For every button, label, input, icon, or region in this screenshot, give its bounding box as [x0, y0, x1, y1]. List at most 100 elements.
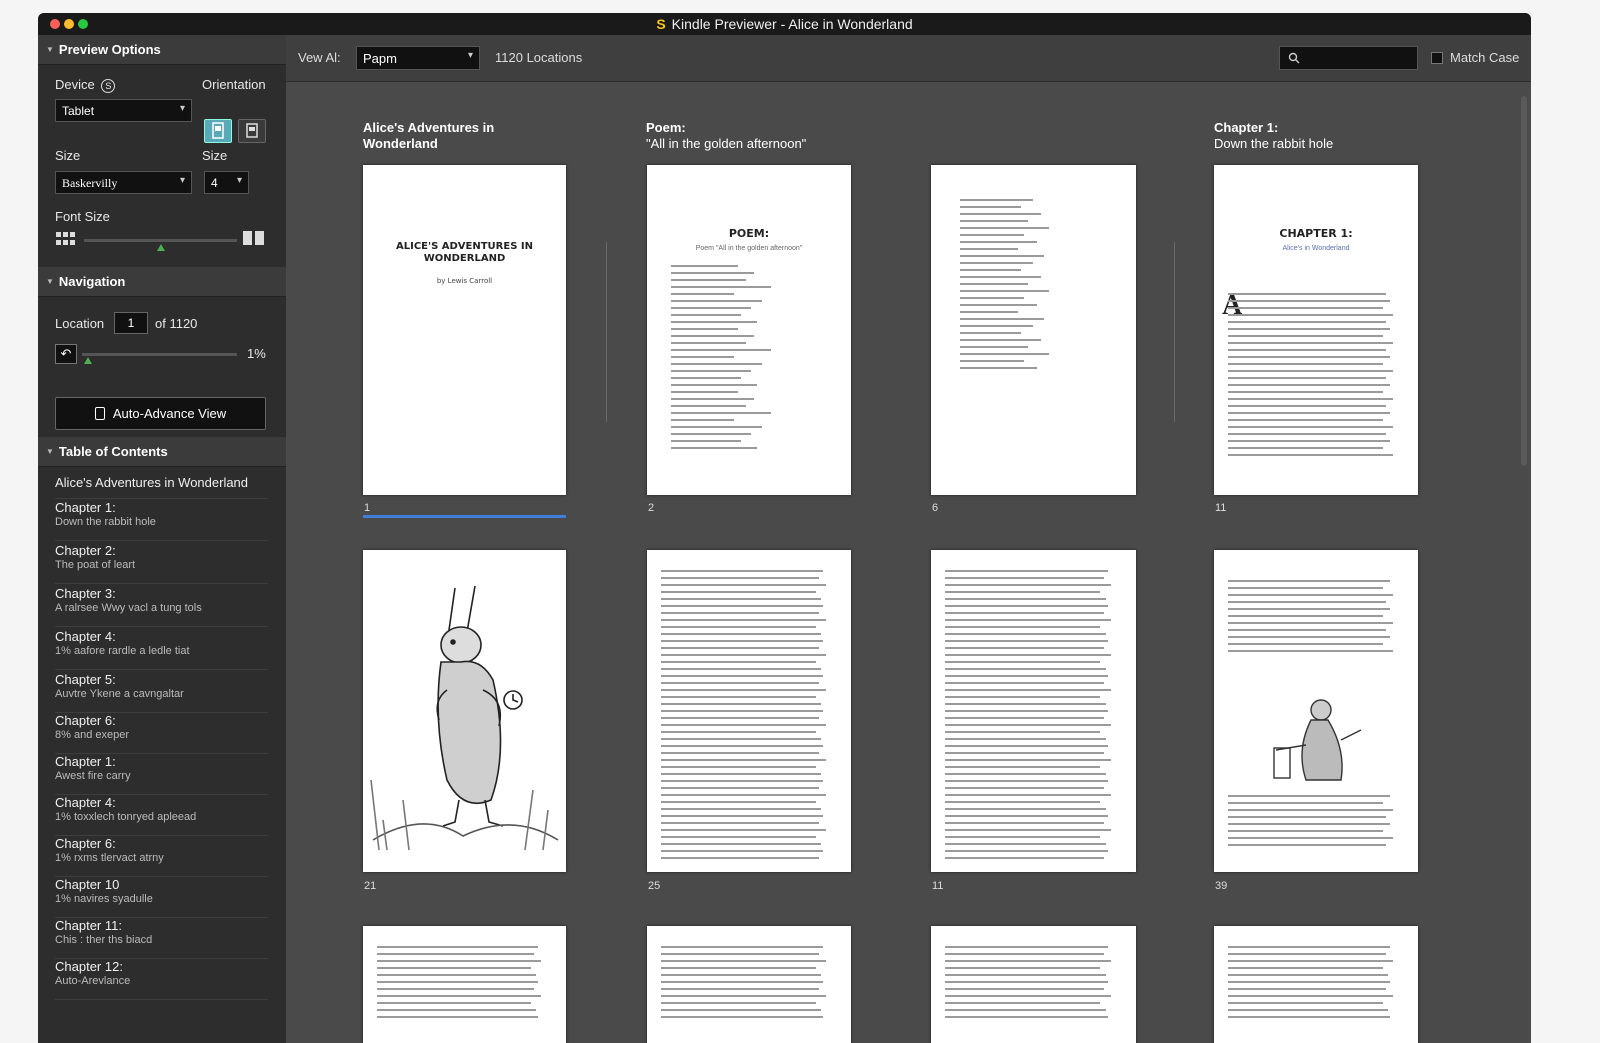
- toc-item[interactable]: Chapter 6: 8% and exeper: [55, 713, 268, 754]
- text-line: [661, 668, 821, 670]
- page-thumbnail-11[interactable]: [931, 550, 1136, 872]
- text-line: [1228, 844, 1387, 846]
- font-size-slider-thumb[interactable]: [156, 244, 165, 251]
- text-line: [945, 647, 1105, 649]
- location-input[interactable]: 1: [114, 312, 148, 334]
- text-line: [1228, 370, 1394, 372]
- text-line: [661, 689, 827, 691]
- font-select[interactable]: Baskervilly ▾: [55, 171, 192, 194]
- column-subtitle: "All in the golden afternoon": [646, 136, 807, 151]
- text-line: [661, 953, 820, 955]
- page-thumbnail-2[interactable]: POEM: Poem "All in the golden afternoon": [647, 165, 851, 495]
- size-select[interactable]: 4 ▾: [204, 171, 249, 194]
- text-line: [945, 815, 1108, 817]
- font-size-slider[interactable]: [84, 239, 237, 242]
- text-line: [377, 988, 535, 990]
- text-line: [1228, 419, 1383, 421]
- column-subtitle: Down the rabbit hole: [1214, 136, 1334, 151]
- toc-item[interactable]: Chapter 6: 1% rxms tlervact atrny: [55, 836, 268, 877]
- toc-item[interactable]: Chapter 1: Down the rabbit hole: [55, 500, 268, 541]
- toc-item-subtitle: 8% and exeper: [55, 729, 129, 741]
- toc-item-title: Chapter 10: [55, 877, 120, 892]
- toc-item[interactable]: Chapter 4: 1% toxxlech tonryed apleead: [55, 795, 268, 836]
- view-select[interactable]: Papm ▾: [356, 46, 480, 70]
- text-line: [661, 766, 816, 768]
- location-slider[interactable]: [82, 353, 237, 356]
- page-thumbnail[interactable]: [1214, 926, 1418, 1043]
- back-button[interactable]: ↶: [55, 344, 77, 364]
- text-line: [945, 759, 1112, 761]
- text-line: [661, 661, 816, 663]
- cover-byline: by Lewis Carroll: [436, 277, 493, 285]
- page-grid: Alice's Adventures in Wonderland Poem: "All…: [286, 82, 1531, 1043]
- page-thumbnail-1[interactable]: ALICE'S ADVENTURES IN WONDERLAND by Lewis…: [363, 165, 566, 495]
- toc-item[interactable]: Chapter 1: Awest fire carry: [55, 754, 268, 795]
- text-line: [671, 321, 758, 323]
- toc-item[interactable]: Chapter 3: A ralrsee Wwy vacl a tung tols: [55, 586, 268, 627]
- page-thumbnail[interactable]: [363, 926, 566, 1043]
- auto-advance-button[interactable]: Auto-Advance View: [55, 397, 266, 430]
- page-thumbnail[interactable]: [931, 926, 1136, 1043]
- text-line: [1228, 816, 1387, 818]
- search-input[interactable]: [1279, 46, 1418, 70]
- device-label-text: Device: [55, 77, 95, 92]
- text-line: [945, 738, 1106, 740]
- toc-item[interactable]: Alice's Adventures in Wonderland: [55, 475, 268, 499]
- sidebar: ▼ Preview Options Device S Orientation Ta…: [38, 35, 286, 1043]
- toc-item-subtitle: 1% toxxlech tonryed apleead: [55, 811, 197, 823]
- text-line: [377, 953, 535, 955]
- chapter-title: CHAPTER 1:: [1279, 227, 1353, 240]
- collapse-triangle-icon: ▼: [46, 45, 54, 54]
- page-thumbnail-6[interactable]: [931, 165, 1136, 495]
- text-line: [1228, 837, 1394, 839]
- portrait-orientation-button[interactable]: [204, 119, 232, 143]
- text-line: [661, 981, 823, 983]
- text-line: [945, 577, 1105, 579]
- text-line: [1228, 335, 1383, 337]
- toc-item-subtitle: 1% rxms tlervact atrny: [55, 852, 164, 864]
- text-line: [1228, 967, 1383, 969]
- text-line: [377, 974, 537, 976]
- toc-item[interactable]: Chapter 12: Auto-Arevlance: [55, 959, 268, 1000]
- page-thumbnail-39[interactable]: [1214, 550, 1418, 872]
- toolbar: Vew Al: Papm ▾ 1120 Locations Match Case: [286, 35, 1531, 82]
- text-line: [945, 640, 1108, 642]
- preview-options-header[interactable]: ▼ Preview Options: [38, 35, 286, 65]
- toc-item[interactable]: Chapter 4: 1% aafore rardle a ledle tiat: [55, 629, 268, 670]
- text-line: [945, 605, 1108, 607]
- toc-item[interactable]: Chapter 10 1% navires syadulle: [55, 877, 268, 918]
- text-line: [959, 360, 1025, 362]
- location-label: Location: [55, 316, 105, 331]
- back-arrow-icon: ↶: [60, 346, 72, 361]
- landscape-orientation-button[interactable]: [238, 119, 266, 143]
- text-line: [1228, 953, 1387, 955]
- device-info-icon[interactable]: S: [101, 79, 116, 93]
- text-line: [945, 1002, 1101, 1004]
- body-text-lines: [945, 946, 1121, 1023]
- body-text-lines: [959, 199, 1122, 374]
- text-line: [661, 703, 821, 705]
- page-thumbnail-21[interactable]: [363, 550, 566, 872]
- device-select[interactable]: Tablet ▾: [55, 99, 192, 122]
- text-line: [945, 946, 1108, 948]
- page-thumbnail-11[interactable]: CHAPTER 1: Alice's in Wonderland A: [1214, 165, 1418, 495]
- text-line: [661, 822, 820, 824]
- text-line: [959, 255, 1044, 257]
- navigation-header[interactable]: ▼ Navigation: [38, 267, 286, 297]
- page-thumbnail[interactable]: [647, 926, 851, 1043]
- text-line: [671, 370, 751, 372]
- toc-item-title: Chapter 4:: [55, 795, 116, 810]
- text-line: [959, 290, 1049, 292]
- page-thumbnail-25[interactable]: [647, 550, 851, 872]
- match-case-checkbox[interactable]: [1431, 52, 1443, 64]
- location-slider-thumb[interactable]: [83, 357, 92, 364]
- text-line: [671, 363, 763, 365]
- toc-item[interactable]: Chapter 5: Auvtre Ykene a cavngaltar: [55, 672, 268, 713]
- page-number: 2: [648, 502, 655, 514]
- toc-item-subtitle: Auvtre Ykene a cavngaltar: [55, 688, 184, 700]
- toc-item[interactable]: Chapter 11: Chis : ther ths biacd: [55, 918, 268, 959]
- toc-header[interactable]: ▼ Table of Contents: [38, 437, 286, 467]
- text-line: [1228, 587, 1383, 589]
- scrollbar[interactable]: [1521, 96, 1527, 466]
- toc-item[interactable]: Chapter 2: The poat of leart: [55, 543, 268, 584]
